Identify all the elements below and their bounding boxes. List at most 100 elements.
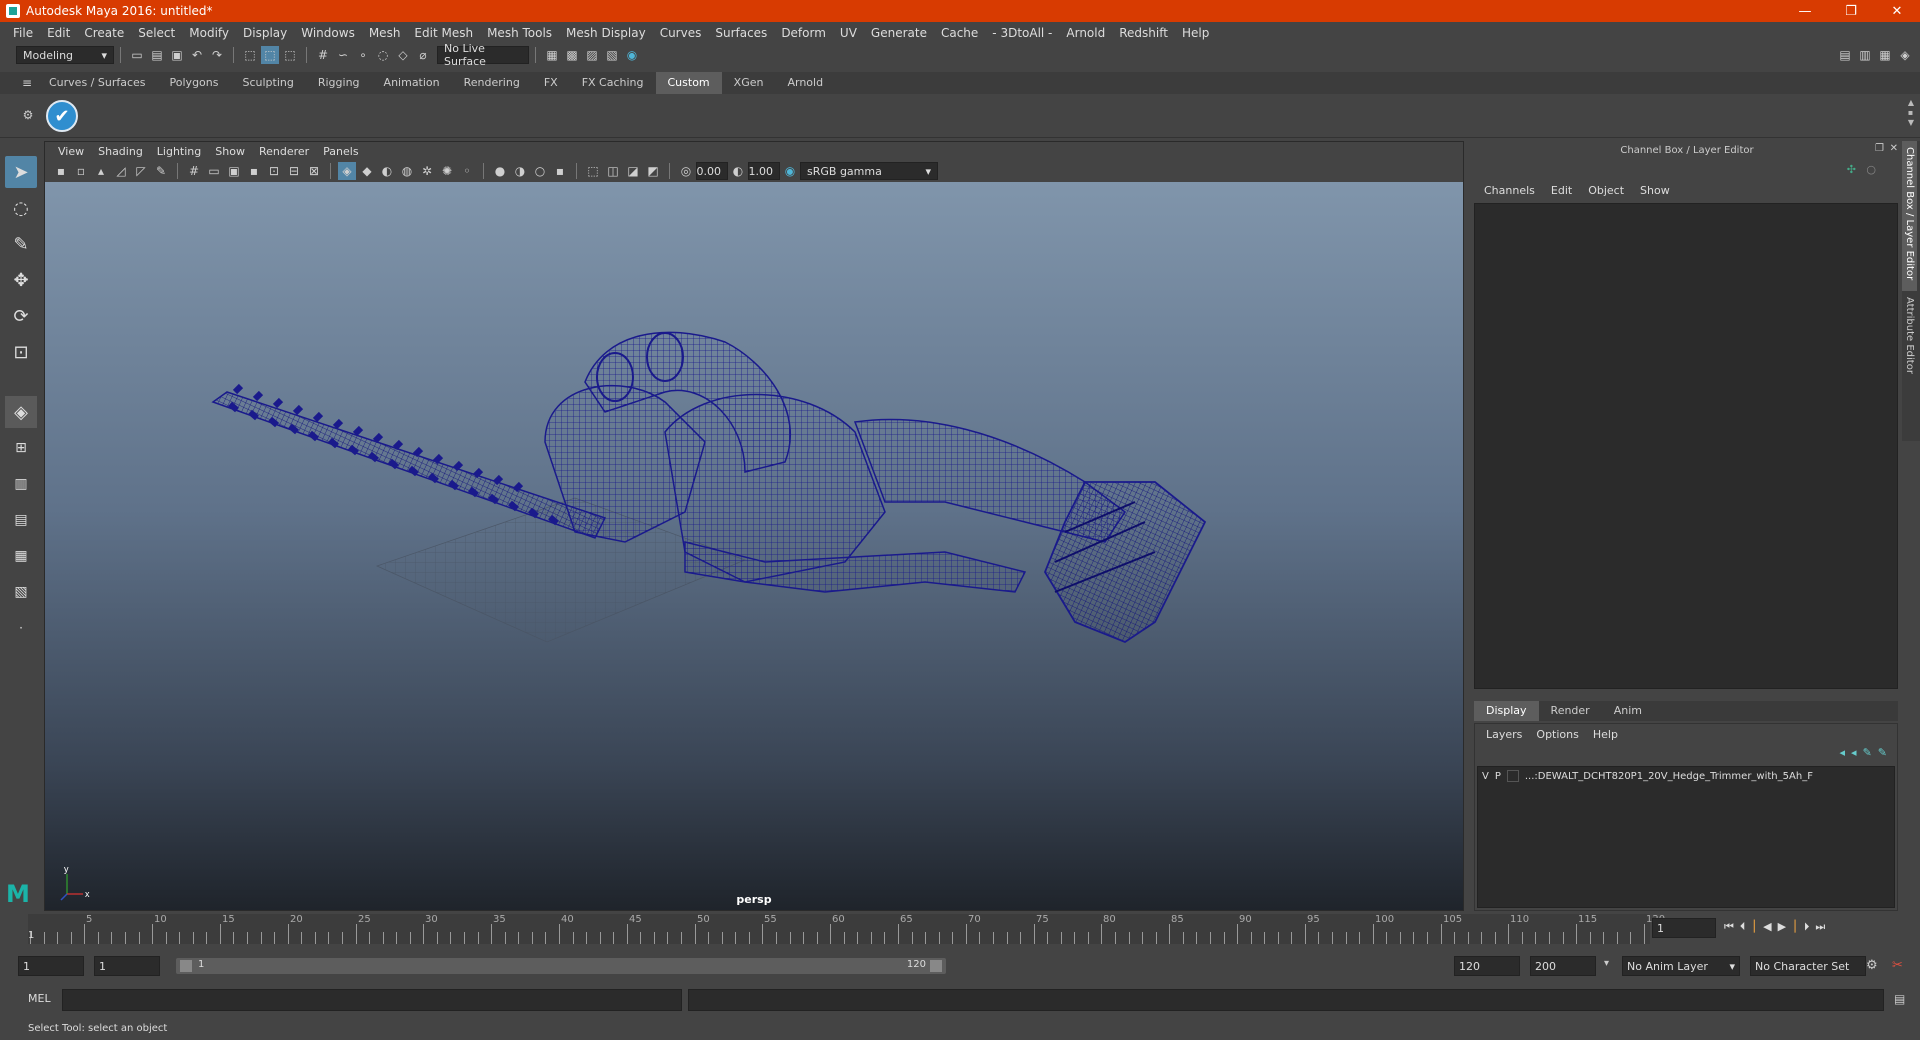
- character-set-dropdown[interactable]: No Character Set: [1750, 956, 1866, 976]
- menu-select[interactable]: Select: [131, 26, 182, 40]
- menu-3dtoall[interactable]: - 3DtoAll -: [985, 26, 1059, 40]
- save-scene-icon[interactable]: ▣: [168, 46, 186, 64]
- layer-playback-toggle[interactable]: P: [1495, 771, 1501, 782]
- persp-graph-layout-icon[interactable]: ▤: [5, 504, 37, 536]
- menu-generate[interactable]: Generate: [864, 26, 934, 40]
- hedge-trimmer-wireframe[interactable]: [211, 331, 1207, 644]
- layout-toggle-icon[interactable]: ◈: [1896, 46, 1914, 64]
- move-layer-up-icon[interactable]: ◂: [1840, 746, 1846, 759]
- viewport-menu-renderer[interactable]: Renderer: [252, 145, 316, 158]
- checkmark-shelf-icon[interactable]: ✔: [46, 100, 78, 132]
- layer-menu-help[interactable]: Help: [1586, 728, 1625, 741]
- menu-surfaces[interactable]: Surfaces: [708, 26, 774, 40]
- animation-end-field[interactable]: 200: [1530, 956, 1596, 976]
- anti-aliasing-icon[interactable]: ○: [531, 162, 549, 180]
- channel-box-options-icon[interactable]: ○: [1866, 163, 1876, 176]
- tab-custom[interactable]: Custom: [655, 72, 722, 94]
- depth-of-field-icon[interactable]: ▪: [551, 162, 569, 180]
- minimize-button[interactable]: —: [1782, 0, 1828, 22]
- viewport-menu-lighting[interactable]: Lighting: [150, 145, 208, 158]
- tab-polygons[interactable]: Polygons: [158, 72, 231, 94]
- command-input[interactable]: [62, 989, 682, 1011]
- layer-name[interactable]: ...:DEWALT_DCHT820P1_20V_Hedge_Trimmer_w…: [1525, 771, 1813, 782]
- scale-tool-icon[interactable]: ⊡: [5, 336, 37, 368]
- play-forward-icon[interactable]: ▶: [1778, 920, 1786, 934]
- close-panel-icon[interactable]: ✕: [1890, 143, 1898, 154]
- anim-layer-dropdown[interactable]: No Anim Layer ▾: [1622, 956, 1740, 976]
- use-all-lights-icon[interactable]: ✺: [438, 162, 456, 180]
- menu-windows[interactable]: Windows: [294, 26, 362, 40]
- animation-start-field[interactable]: 1: [18, 956, 84, 976]
- safe-title-icon[interactable]: ⊠: [305, 162, 323, 180]
- range-start-handle[interactable]: [180, 960, 192, 972]
- menu-mesh[interactable]: Mesh: [362, 26, 408, 40]
- channel-box-toggle-icon[interactable]: ▥: [1856, 46, 1874, 64]
- move-tool-icon[interactable]: ✥: [5, 264, 37, 296]
- lasso-tool-icon[interactable]: ◌: [5, 192, 37, 224]
- four-view-layout-icon[interactable]: ⊞: [5, 432, 37, 464]
- gamma-field[interactable]: 1.00: [748, 162, 780, 180]
- range-end-handle[interactable]: [930, 960, 942, 972]
- restore-button[interactable]: ❐: [1828, 0, 1874, 22]
- channel-list[interactable]: [1474, 203, 1898, 689]
- play-backward-icon[interactable]: ◀: [1763, 920, 1771, 934]
- layer-menu-layers[interactable]: Layers: [1479, 728, 1529, 741]
- menu-uv[interactable]: UV: [833, 26, 864, 40]
- tab-fx-caching[interactable]: FX Caching: [570, 72, 656, 94]
- wireframe-on-shaded-icon[interactable]: ◍: [398, 162, 416, 180]
- film-gate-icon[interactable]: ◸: [132, 162, 150, 180]
- viewport-menu-view[interactable]: View: [51, 145, 91, 158]
- time-ruler[interactable]: 5 10 15 20 25 30 35 40 45 50 55 60 65 70 75 80 85 90 95 100…: [28, 914, 1665, 944]
- ambient-occlusion-icon[interactable]: ●: [491, 162, 509, 180]
- shadows-icon[interactable]: ◦: [458, 162, 476, 180]
- select-hierarchy-icon[interactable]: ⬚: [241, 46, 259, 64]
- rotate-tool-icon[interactable]: ⟳: [5, 300, 37, 332]
- shelf-settings-icon[interactable]: ⚙: [19, 106, 37, 124]
- tab-animation[interactable]: Animation: [372, 72, 452, 94]
- tab-curves-surfaces[interactable]: Curves / Surfaces: [37, 72, 158, 94]
- range-slider[interactable]: 1 120: [176, 958, 946, 974]
- make-live-icon[interactable]: ⌀: [414, 46, 432, 64]
- step-back-frame-icon[interactable]: ⎮: [1751, 920, 1757, 934]
- custom-layout-icon[interactable]: ·: [5, 612, 37, 644]
- close-button[interactable]: ✕: [1874, 0, 1920, 22]
- view-transform-dropdown[interactable]: sRGB gamma ▾: [800, 162, 938, 180]
- new-layer-icon[interactable]: ✎: [1863, 746, 1872, 759]
- ipr-render-icon[interactable]: ▨: [583, 46, 601, 64]
- textured-icon[interactable]: ✲: [418, 162, 436, 180]
- hypershade-icon[interactable]: ◉: [623, 46, 641, 64]
- render-settings-icon[interactable]: ▦: [543, 46, 561, 64]
- gate-mask-icon[interactable]: ▪: [245, 162, 263, 180]
- viewport-menu-show[interactable]: Show: [208, 145, 252, 158]
- channel-box-mode-icon[interactable]: ✣: [1847, 163, 1856, 176]
- menu-help[interactable]: Help: [1175, 26, 1216, 40]
- tab-sculpting[interactable]: Sculpting: [230, 72, 305, 94]
- grid-toggle-icon[interactable]: #: [185, 162, 203, 180]
- preferences-icon[interactable]: ✂: [1892, 958, 1903, 973]
- command-language-label[interactable]: MEL: [28, 992, 51, 1005]
- tab-rendering[interactable]: Rendering: [452, 72, 532, 94]
- xray-joints-icon[interactable]: ◩: [644, 162, 662, 180]
- current-frame-field[interactable]: 1: [1652, 918, 1716, 938]
- menu-modify[interactable]: Modify: [182, 26, 236, 40]
- channel-menu-object[interactable]: Object: [1580, 184, 1632, 197]
- float-panel-icon[interactable]: ❐: [1875, 143, 1884, 154]
- channel-menu-channels[interactable]: Channels: [1476, 184, 1543, 197]
- chevron-down-icon[interactable]: ▾: [1604, 958, 1609, 969]
- smooth-shade-icon[interactable]: ◆: [358, 162, 376, 180]
- tab-attribute-editor[interactable]: Attribute Editor: [1902, 291, 1917, 391]
- image-plane-icon[interactable]: ◿: [112, 162, 130, 180]
- shelf-scroll-arrows-icon[interactable]: ▲ ▪ ▼: [1908, 98, 1914, 128]
- step-back-key-icon[interactable]: ⏴: [1740, 920, 1746, 934]
- single-perspective-layout-icon[interactable]: ◈: [5, 396, 37, 428]
- layer-color-swatch[interactable]: [1506, 770, 1519, 782]
- layer-menu-options[interactable]: Options: [1529, 728, 1585, 741]
- exposure-icon[interactable]: ◎: [677, 162, 695, 180]
- tool-settings-toggle-icon[interactable]: ▦: [1876, 46, 1894, 64]
- safe-action-icon[interactable]: ⊟: [285, 162, 303, 180]
- snap-point-icon[interactable]: ∘: [354, 46, 372, 64]
- wireframe-icon[interactable]: ◈: [338, 162, 356, 180]
- color-management-icon[interactable]: ◉: [781, 162, 799, 180]
- menu-mesh-tools[interactable]: Mesh Tools: [480, 26, 559, 40]
- motion-blur-icon[interactable]: ◑: [511, 162, 529, 180]
